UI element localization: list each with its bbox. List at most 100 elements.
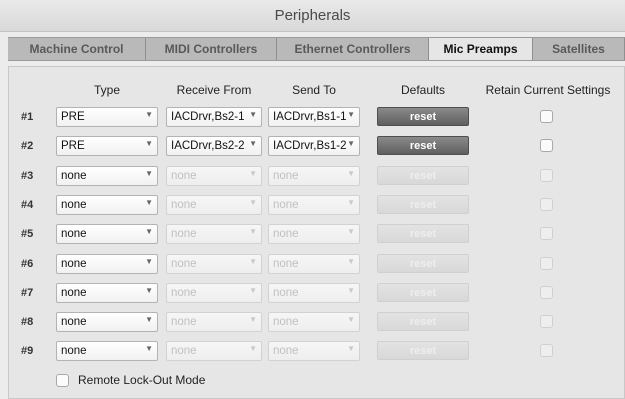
- chevron-down-icon: ▼: [145, 227, 153, 236]
- chevron-down-icon: ▼: [347, 139, 355, 148]
- send-to-value: none: [273, 170, 299, 182]
- chevron-down-icon: ▼: [347, 110, 355, 119]
- type-value: none: [61, 170, 87, 182]
- header-receive-from: Receive From: [176, 83, 252, 97]
- receive-from-value: none: [171, 345, 197, 357]
- receive-from-value: none: [171, 170, 197, 182]
- retain-settings-checkbox: [540, 344, 553, 357]
- reset-button: reset: [377, 312, 469, 331]
- type-value: none: [61, 199, 87, 211]
- retain-settings-checkbox: [540, 227, 553, 240]
- retain-settings-checkbox: [540, 169, 553, 182]
- chevron-down-icon: ▼: [249, 286, 257, 295]
- tab-satellites[interactable]: Satellites: [533, 38, 625, 60]
- header-send-to: Send To: [292, 83, 336, 97]
- chevron-down-icon: ▼: [249, 315, 257, 324]
- receive-from-value: IACDrvr,Bs2-1: [171, 111, 245, 123]
- chevron-down-icon: ▼: [145, 110, 153, 119]
- send-to-select: none ▼: [268, 341, 360, 361]
- type-select[interactable]: none ▼: [56, 312, 158, 332]
- chevron-down-icon: ▼: [347, 227, 355, 236]
- preamp-row: #5 none ▼ none ▼ none ▼ reset: [0, 224, 625, 250]
- send-to-value: none: [273, 287, 299, 299]
- preamp-row: #9 none ▼ none ▼ none ▼ reset: [0, 341, 625, 367]
- send-to-select: none ▼: [268, 224, 360, 244]
- row-number: #4: [21, 199, 34, 211]
- send-to-value: none: [273, 228, 299, 240]
- type-value: none: [61, 258, 87, 270]
- type-select[interactable]: none ▼: [56, 283, 158, 303]
- send-to-value: none: [273, 316, 299, 328]
- send-to-select: none ▼: [268, 283, 360, 303]
- row-number: #2: [21, 140, 34, 152]
- row-number: #9: [21, 345, 34, 357]
- reset-button: reset: [377, 224, 469, 243]
- tab-ethernet-controllers[interactable]: Ethernet Controllers: [277, 38, 429, 60]
- type-select[interactable]: none ▼: [56, 341, 158, 361]
- type-select[interactable]: none ▼: [56, 166, 158, 186]
- chevron-down-icon: ▼: [249, 198, 257, 207]
- type-select[interactable]: none ▼: [56, 224, 158, 244]
- send-to-select[interactable]: IACDrvr,Bs1-2 ▼: [268, 136, 360, 156]
- type-value: none: [61, 345, 87, 357]
- chevron-down-icon: ▼: [347, 257, 355, 266]
- receive-from-value: none: [171, 287, 197, 299]
- row-number: #3: [21, 170, 34, 182]
- send-to-value: none: [273, 258, 299, 270]
- chevron-down-icon: ▼: [249, 257, 257, 266]
- row-number: #7: [21, 287, 34, 299]
- receive-from-select: none ▼: [166, 254, 262, 274]
- reset-button: reset: [377, 341, 469, 360]
- reset-button: reset: [377, 254, 469, 273]
- tab-machine-control[interactable]: Machine Control: [8, 38, 146, 60]
- window-title: Peripherals: [0, 0, 625, 32]
- type-value: PRE: [61, 140, 85, 152]
- chevron-down-icon: ▼: [249, 227, 257, 236]
- reset-button[interactable]: reset: [377, 107, 469, 126]
- preamp-row: #8 none ▼ none ▼ none ▼ reset: [0, 312, 625, 338]
- receive-from-select: none ▼: [166, 283, 262, 303]
- receive-from-select: none ▼: [166, 224, 262, 244]
- preamp-row: #3 none ▼ none ▼ none ▼ reset: [0, 166, 625, 192]
- retain-settings-checkbox: [540, 198, 553, 211]
- reset-button: reset: [377, 195, 469, 214]
- type-select[interactable]: PRE ▼: [56, 107, 158, 127]
- tab-midi-controllers[interactable]: MIDI Controllers: [146, 38, 277, 60]
- send-to-value: none: [273, 199, 299, 211]
- type-select[interactable]: PRE ▼: [56, 136, 158, 156]
- chevron-down-icon: ▼: [249, 344, 257, 353]
- receive-from-select: none ▼: [166, 166, 262, 186]
- receive-from-select[interactable]: IACDrvr,Bs2-2 ▼: [166, 136, 262, 156]
- header-defaults: Defaults: [400, 83, 446, 97]
- send-to-value: IACDrvr,Bs1-2: [273, 140, 347, 152]
- header-type: Type: [93, 83, 120, 97]
- chevron-down-icon: ▼: [249, 110, 257, 119]
- receive-from-select: none ▼: [166, 341, 262, 361]
- retain-settings-checkbox[interactable]: [540, 139, 553, 152]
- send-to-value: none: [273, 345, 299, 357]
- peripherals-window: Peripherals Machine Control MIDI Control…: [0, 0, 625, 399]
- retain-settings-checkbox[interactable]: [540, 110, 553, 123]
- type-select[interactable]: none ▼: [56, 254, 158, 274]
- chevron-down-icon: ▼: [145, 315, 153, 324]
- type-value: PRE: [61, 111, 85, 123]
- send-to-select: none ▼: [268, 312, 360, 332]
- chevron-down-icon: ▼: [145, 257, 153, 266]
- reset-button[interactable]: reset: [377, 136, 469, 155]
- receive-from-value: none: [171, 228, 197, 240]
- type-select[interactable]: none ▼: [56, 195, 158, 215]
- chevron-down-icon: ▼: [145, 344, 153, 353]
- remote-lockout-checkbox[interactable]: [56, 374, 69, 387]
- preamp-row: #1 PRE ▼ IACDrvr,Bs2-1 ▼ IACDrvr,Bs1-1 ▼ reset: [0, 107, 625, 133]
- receive-from-select[interactable]: IACDrvr,Bs2-1 ▼: [166, 107, 262, 127]
- row-number: #6: [21, 258, 34, 270]
- retain-settings-checkbox: [540, 257, 553, 270]
- chevron-down-icon: ▼: [145, 198, 153, 207]
- send-to-select[interactable]: IACDrvr,Bs1-1 ▼: [268, 107, 360, 127]
- retain-settings-checkbox: [540, 286, 553, 299]
- receive-from-value: IACDrvr,Bs2-2: [171, 140, 245, 152]
- preamp-row: #7 none ▼ none ▼ none ▼ reset: [0, 283, 625, 309]
- preamp-row: #4 none ▼ none ▼ none ▼ reset: [0, 195, 625, 221]
- send-to-select: none ▼: [268, 195, 360, 215]
- tab-mic-preamps[interactable]: Mic Preamps: [429, 38, 533, 60]
